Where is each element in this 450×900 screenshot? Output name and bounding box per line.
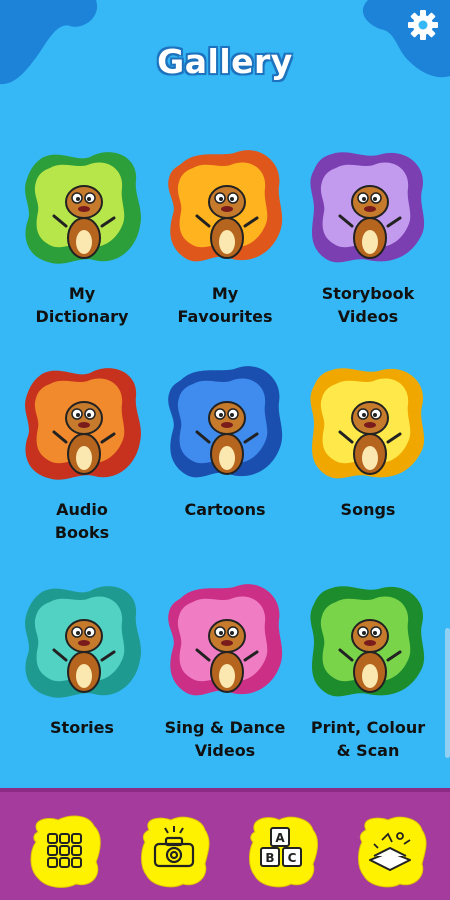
gear-icon — [408, 10, 438, 40]
scrollbar[interactable] — [445, 628, 450, 758]
singing-bear-icon — [306, 362, 430, 486]
nav-abc-button[interactable]: ABC — [243, 812, 321, 890]
headphones-giraffe-icon — [20, 362, 144, 486]
page-title: Gallery — [157, 42, 293, 81]
bottom-nav-bar: ABC — [0, 788, 450, 900]
gallery-tile[interactable]: Sing & Dance Videos — [155, 580, 295, 790]
svg-text:B: B — [265, 851, 274, 865]
gallery-tile-label: Audio Books — [54, 500, 110, 542]
grid-icon — [30, 815, 101, 888]
gallery-tile[interactable]: Audio Books — [12, 362, 152, 572]
storybook-icon — [358, 816, 427, 888]
storytelling-animals-icon — [20, 580, 144, 704]
gallery-tile-label: My Dictionary — [35, 284, 129, 326]
gallery-tile[interactable]: Stories — [12, 580, 152, 790]
gallery-tile[interactable]: My Dictionary — [12, 146, 152, 356]
gallery-screen: Gallery My Dictionary My Favourites Storyb… — [0, 0, 450, 900]
juggling-clown-icon — [163, 362, 287, 486]
elephant-video-icon — [306, 146, 430, 270]
painting-giraffe-icon — [306, 580, 430, 704]
gallery-tile-label: Storybook Videos — [321, 284, 415, 326]
gallery-tile[interactable]: My Favourites — [155, 146, 295, 356]
dancing-giraffe-icon — [163, 580, 287, 704]
nav-grid-button[interactable] — [26, 812, 104, 890]
svg-text:A: A — [275, 831, 285, 845]
gallery-tile-label: Stories — [50, 718, 114, 737]
gallery-tile[interactable]: Songs — [298, 362, 438, 572]
svg-text:C: C — [288, 851, 297, 865]
gallery-tile-label: Cartoons — [184, 500, 266, 519]
gallery-tile-label: My Favourites — [177, 284, 273, 326]
gallery-tile[interactable]: Cartoons — [155, 362, 295, 572]
gallery-tile[interactable]: Print, Colour & Scan — [298, 580, 438, 790]
settings-button[interactable] — [404, 6, 442, 44]
dictionary-giraffe-icon — [20, 146, 144, 270]
camera-icon — [141, 816, 210, 888]
gallery-tile-label: Songs — [340, 500, 396, 519]
abc-blocks-icon: AB C — [249, 816, 319, 888]
gallery-tile-label: Print, Colour & Scan — [310, 718, 426, 760]
nav-storybook-button[interactable] — [352, 812, 430, 890]
favourites-bear-icon — [163, 146, 287, 270]
nav-camera-button[interactable] — [135, 812, 213, 890]
gallery-tile[interactable]: Storybook Videos — [298, 146, 438, 356]
gallery-tile-label: Sing & Dance Videos — [164, 718, 286, 760]
